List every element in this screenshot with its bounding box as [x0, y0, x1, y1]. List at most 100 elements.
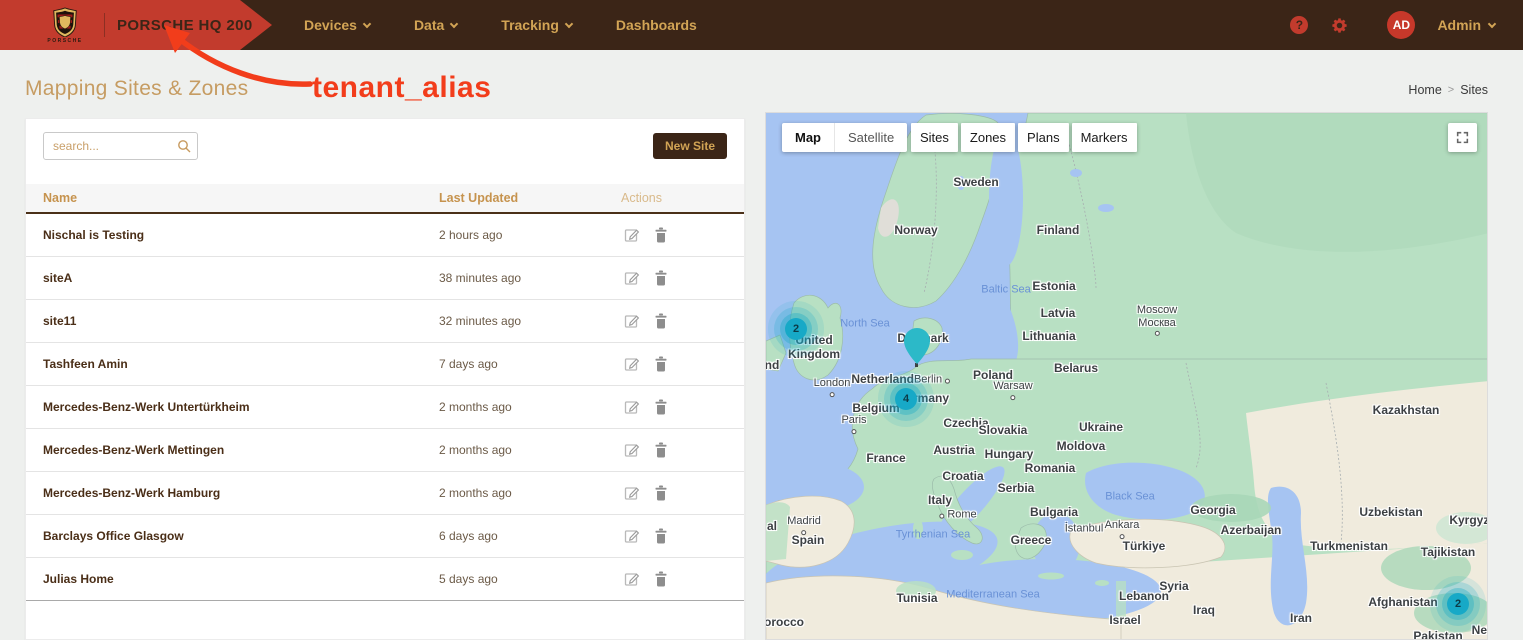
edit-pencil-icon	[624, 485, 640, 501]
site-name: Mercedes-Benz-Werk Untertürkheim	[43, 400, 439, 414]
edit-pencil-icon	[624, 313, 640, 329]
site-name: Tashfeen Amin	[43, 357, 439, 371]
map-type-map[interactable]: Map	[782, 123, 834, 152]
breadcrumb: Home > Sites	[1408, 83, 1488, 97]
column-name: Name	[43, 191, 439, 205]
site-name: siteA	[43, 271, 439, 285]
edit-site-button[interactable]	[624, 442, 640, 458]
table-row: siteA 38 minutes ago	[26, 257, 744, 300]
delete-site-button[interactable]	[654, 399, 668, 415]
fullscreen-button[interactable]	[1448, 123, 1477, 152]
nav-item-label: Data	[414, 17, 444, 33]
map-pin-icon[interactable]	[902, 327, 932, 365]
help-icon[interactable]: ?	[1290, 16, 1308, 34]
edit-site-button[interactable]	[624, 399, 640, 415]
site-last-updated: 2 months ago	[439, 400, 621, 414]
search-box	[43, 132, 198, 160]
trash-icon	[654, 227, 668, 243]
map-layer-sites-button[interactable]: Sites	[911, 123, 958, 152]
site-name: Barclays Office Glasgow	[43, 529, 439, 543]
table-header: Name Last Updated Actions	[26, 184, 744, 214]
porsche-logo[interactable]: PORSCHE	[40, 7, 90, 44]
delete-site-button[interactable]	[654, 227, 668, 243]
new-site-button[interactable]: New Site	[653, 133, 727, 159]
delete-site-button[interactable]	[654, 356, 668, 372]
map-panel[interactable]: SwedenNorwayFinlandEstoniaLatviaLithuani…	[765, 112, 1488, 640]
edit-pencil-icon	[624, 356, 640, 372]
edit-site-button[interactable]	[624, 270, 640, 286]
search-input[interactable]	[43, 132, 198, 160]
delete-site-button[interactable]	[654, 528, 668, 544]
trash-icon	[654, 399, 668, 415]
chevron-down-icon	[363, 19, 371, 27]
table-row: Mercedes-Benz-Werk Hamburg 2 months ago	[26, 472, 744, 515]
trash-icon	[654, 485, 668, 501]
table-row: Barclays Office Glasgow 6 days ago	[26, 515, 744, 558]
delete-site-button[interactable]	[654, 485, 668, 501]
user-avatar[interactable]: AD	[1387, 11, 1415, 39]
brand-banner: PORSCHE PORSCHE HQ 200	[0, 0, 290, 50]
map-layer-zones-button[interactable]: Zones	[961, 123, 1015, 152]
breadcrumb-current: Sites	[1460, 83, 1488, 97]
nav-item-devices[interactable]: Devices	[304, 17, 370, 33]
porsche-wordmark: PORSCHE	[47, 38, 82, 44]
breadcrumb-home[interactable]: Home	[1408, 83, 1441, 97]
edit-pencil-icon	[624, 571, 640, 587]
edit-pencil-icon	[624, 270, 640, 286]
delete-site-button[interactable]	[654, 270, 668, 286]
trash-icon	[654, 528, 668, 544]
site-name: Mercedes-Benz-Werk Hamburg	[43, 486, 439, 500]
settings-gear-icon[interactable]	[1330, 16, 1349, 35]
map-cluster-marker[interactable]: 4	[895, 388, 917, 410]
nav-item-data[interactable]: Data	[414, 17, 457, 33]
table-row: Julias Home 5 days ago	[26, 558, 744, 601]
map-cluster-marker[interactable]: 2	[785, 318, 807, 340]
porsche-crest-icon	[52, 7, 78, 37]
site-last-updated: 6 days ago	[439, 529, 621, 543]
chevron-down-icon	[450, 19, 458, 27]
page-title: Mapping Sites & Zones	[25, 77, 248, 101]
site-name: Mercedes-Benz-Werk Mettingen	[43, 443, 439, 457]
nav-item-dashboards[interactable]: Dashboards	[616, 17, 697, 33]
map-type-satellite[interactable]: Satellite	[834, 123, 907, 152]
column-last-updated: Last Updated	[439, 191, 621, 205]
trash-icon	[654, 442, 668, 458]
column-actions: Actions	[621, 191, 744, 205]
admin-menu[interactable]: Admin	[1437, 17, 1495, 33]
map-cluster-marker[interactable]: 2	[1447, 593, 1469, 615]
site-name: site11	[43, 314, 439, 328]
trash-icon	[654, 270, 668, 286]
map-layer-markers-button[interactable]: Markers	[1072, 123, 1137, 152]
edit-pencil-icon	[624, 442, 640, 458]
map-layer-buttons: SitesZonesPlansMarkers	[911, 123, 1137, 152]
site-last-updated: 32 minutes ago	[439, 314, 621, 328]
edit-site-button[interactable]	[624, 485, 640, 501]
edit-site-button[interactable]	[624, 356, 640, 372]
map-layer-plans-button[interactable]: Plans	[1018, 123, 1069, 152]
edit-pencil-icon	[624, 528, 640, 544]
edit-site-button[interactable]	[624, 227, 640, 243]
chevron-down-icon	[565, 19, 573, 27]
delete-site-button[interactable]	[654, 313, 668, 329]
edit-site-button[interactable]	[624, 571, 640, 587]
site-name: Julias Home	[43, 572, 439, 586]
edit-site-button[interactable]	[624, 528, 640, 544]
site-last-updated: 2 hours ago	[439, 228, 621, 242]
site-last-updated: 5 days ago	[439, 572, 621, 586]
map-type-control: MapSatellite	[782, 123, 907, 152]
site-last-updated: 2 months ago	[439, 443, 621, 457]
table-row: Mercedes-Benz-Werk Mettingen 2 months ag…	[26, 429, 744, 472]
edit-pencil-icon	[624, 399, 640, 415]
nav-item-tracking[interactable]: Tracking	[501, 17, 572, 33]
trash-icon	[654, 356, 668, 372]
delete-site-button[interactable]	[654, 442, 668, 458]
site-last-updated: 38 minutes ago	[439, 271, 621, 285]
edit-site-button[interactable]	[624, 313, 640, 329]
site-last-updated: 7 days ago	[439, 357, 621, 371]
delete-site-button[interactable]	[654, 571, 668, 587]
table-row: site11 32 minutes ago	[26, 300, 744, 343]
header-divider	[104, 13, 105, 37]
breadcrumb-separator: >	[1448, 84, 1454, 96]
nav-item-label: Tracking	[501, 17, 559, 33]
table-row: Mercedes-Benz-Werk Untertürkheim 2 month…	[26, 386, 744, 429]
